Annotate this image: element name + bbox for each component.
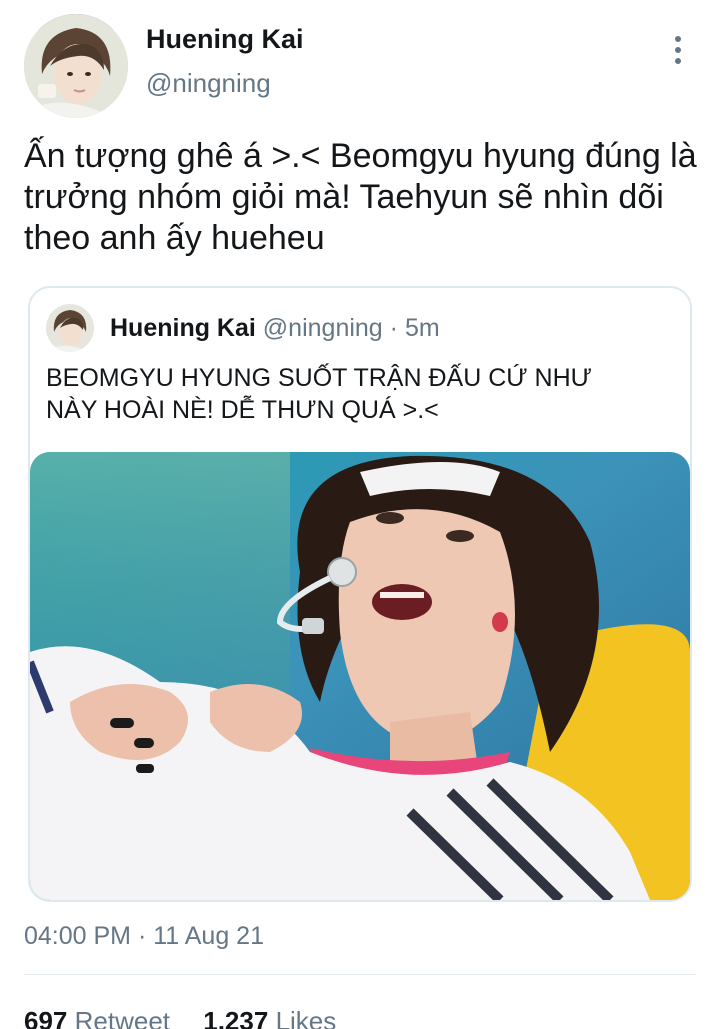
quoted-tweet[interactable]: Huening Kai @ningning · 5m BEOMGYU HYUNG…	[28, 286, 692, 902]
tweet-stats: 697 Retweet 1,237 Likes	[24, 1006, 362, 1029]
quoted-photo[interactable]	[30, 452, 690, 900]
divider	[24, 974, 696, 975]
quoted-separator: ·	[389, 314, 398, 342]
quoted-header: Huening Kai @ningning · 5m	[110, 314, 440, 343]
tweet-detail: Huening Kai @ningning Ấn tượng ghê á >.<…	[0, 0, 720, 1029]
retweet-label[interactable]: Retweet	[75, 1006, 170, 1029]
more-vertical-icon[interactable]	[664, 32, 692, 68]
tweet-timestamp[interactable]: 04:00 PM · 11 Aug 21	[24, 922, 264, 951]
tweet-text: Ấn tượng ghê á >.< Beomgyu hyung đúng là…	[24, 137, 697, 257]
quoted-author-avatar	[46, 304, 94, 352]
likes-count[interactable]: 1,237	[203, 1006, 268, 1029]
quoted-handle: @ningning	[262, 314, 383, 342]
likes-label[interactable]: Likes	[276, 1006, 337, 1029]
retweet-count[interactable]: 697	[24, 1006, 67, 1029]
quoted-display-name: Huening Kai	[110, 314, 256, 342]
author-avatar[interactable]	[24, 14, 128, 118]
author-handle[interactable]: @ningning	[146, 68, 271, 99]
author-display-name[interactable]: Huening Kai	[146, 24, 304, 55]
quoted-text: BEOMGYU HYUNG SUỐT TRẬN ĐẤU CỨ NHƯ NÀY H…	[46, 364, 592, 424]
quoted-time: 5m	[404, 314, 440, 342]
